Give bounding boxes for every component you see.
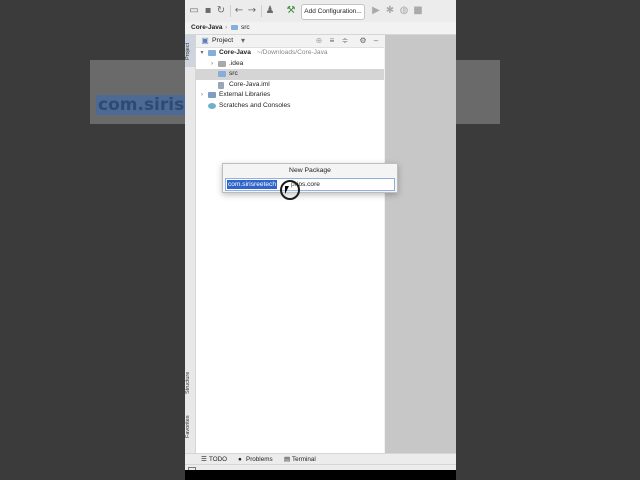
debug-icon[interactable]: ✱: [384, 5, 396, 17]
minimize-icon[interactable]: –: [371, 36, 381, 46]
tree-item-scratches[interactable]: Scratches and Consoles: [196, 101, 384, 112]
folder-icon: [218, 60, 226, 67]
breadcrumb-folder[interactable]: src: [241, 22, 250, 34]
left-tool-strip: Project Structure Favorites: [185, 35, 196, 453]
package-name-input[interactable]: com.sirisreetech prips.core: [225, 178, 395, 191]
tree-root-label: Core-Java: [219, 49, 251, 56]
mouse-pointer-icon: [285, 186, 291, 194]
project-tree: ▾ Core-Java ~/Downloads/Core-Java › .ide…: [196, 48, 384, 111]
project-panel: ▣ Project ▾ ⊕ ≡ ≑ ⚙ – ▾ Core-Java ~/Down…: [196, 35, 384, 453]
tree-item-label: .idea: [229, 59, 244, 67]
editor-area: [385, 35, 456, 453]
tree-item-label: Scratches and Consoles: [219, 101, 291, 109]
iml-file-icon: [218, 81, 224, 89]
add-configuration-button[interactable]: Add Configuration...: [301, 4, 365, 20]
tab-project[interactable]: Project: [185, 35, 195, 67]
module-folder-icon: [208, 50, 216, 56]
gear-icon[interactable]: ⚙: [358, 36, 368, 46]
folder-icon: [231, 25, 238, 30]
background-banner-text: com.sirisree: [96, 95, 186, 115]
source-folder-icon: [218, 71, 226, 77]
tree-item-src[interactable]: src: [196, 69, 384, 80]
expand-all-icon[interactable]: ≡: [327, 36, 337, 46]
collapse-all-icon[interactable]: ≑: [340, 36, 350, 46]
tree-item-idea[interactable]: › .idea: [196, 59, 384, 70]
user-icon[interactable]: ♟: [264, 5, 276, 17]
main-toolbar: ▭ ▪ ↻ ← → ♟ ⚒ Add Configuration... ▶ ✱ ◍…: [185, 0, 456, 23]
tree-item-iml[interactable]: Core-Java.iml: [196, 80, 384, 91]
save-icon[interactable]: ▪: [202, 5, 214, 17]
locate-icon[interactable]: ⊕: [314, 36, 324, 46]
breadcrumb-project[interactable]: Core-Java: [191, 22, 222, 34]
sync-icon[interactable]: ↻: [215, 5, 227, 17]
breadcrumb: Core-Java › src: [185, 22, 456, 35]
project-panel-title[interactable]: Project: [212, 35, 233, 47]
chevron-right-icon[interactable]: ›: [199, 90, 205, 101]
run-icon[interactable]: ▶: [370, 5, 382, 17]
coverage-icon[interactable]: ◍: [398, 5, 410, 17]
tree-item-label: Core-Java.iml: [229, 80, 270, 88]
chevron-down-icon[interactable]: ▾: [199, 48, 205, 59]
tree-item-label: External Libraries: [219, 91, 271, 98]
background-bottom: [185, 470, 456, 480]
hammer-icon[interactable]: ⚒: [285, 5, 297, 17]
toolbar-separator: [261, 5, 262, 17]
new-package-dialog: New Package com.sirisreetech prips.core: [222, 163, 398, 193]
chevron-down-icon[interactable]: ▾: [238, 36, 248, 46]
forward-icon[interactable]: →: [246, 5, 258, 17]
project-view-icon: ▣: [201, 36, 209, 45]
project-panel-header: ▣ Project ▾ ⊕ ≡ ≑ ⚙ –: [196, 35, 384, 48]
tree-root-path: ~/Downloads/Core-Java: [257, 49, 328, 56]
tab-favorites[interactable]: Favorites: [185, 410, 195, 444]
tab-structure[interactable]: Structure: [185, 365, 195, 401]
breadcrumb-separator: ›: [225, 24, 228, 31]
stop-icon[interactable]: ■: [412, 5, 424, 17]
scratches-icon: [208, 102, 216, 109]
dialog-title: New Package: [289, 167, 331, 174]
tree-item-label: src: [229, 70, 238, 77]
toolbar-separator: [230, 5, 231, 17]
chevron-right-icon[interactable]: ›: [209, 59, 215, 70]
ide-window: ▭ ▪ ↻ ← → ♟ ⚒ Add Configuration... ▶ ✱ ◍…: [185, 0, 456, 476]
package-name-selected-text: com.sirisreetech: [227, 180, 278, 189]
tree-item-root[interactable]: ▾ Core-Java ~/Downloads/Core-Java: [196, 48, 384, 59]
tree-item-external-libraries[interactable]: › External Libraries: [196, 90, 384, 101]
library-icon: [208, 92, 216, 98]
background-banner-right: [456, 60, 500, 124]
back-icon[interactable]: ←: [233, 5, 245, 17]
open-folder-icon[interactable]: ▭: [188, 5, 200, 17]
